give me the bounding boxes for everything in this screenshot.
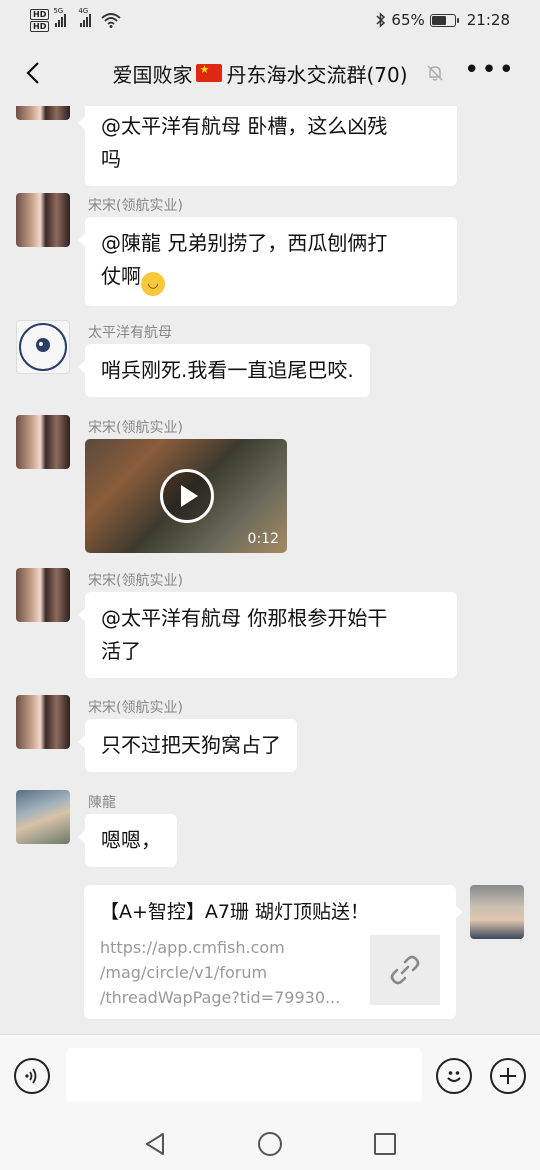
store-logo-icon [19, 323, 67, 371]
avatar[interactable] [16, 415, 70, 469]
triangle-back-icon [146, 1133, 164, 1155]
battery-percent: 65% [391, 11, 425, 29]
avatar[interactable] [16, 106, 70, 120]
emoji-icon [447, 1071, 461, 1082]
link-url-line: /mag/circle/v1/forum [100, 963, 268, 982]
sender-name: 宋宋(领航实业) [88, 700, 183, 716]
my-avatar[interactable] [470, 885, 524, 939]
link-thumbnail [370, 935, 440, 1005]
clock: 21:28 [466, 11, 510, 29]
message-bubble[interactable]: 哨兵刚死.我看一直追尾巴咬. [78, 344, 370, 397]
plus-button[interactable] [490, 1058, 526, 1094]
status-right: 65% 21:28 [376, 11, 510, 29]
title-part-1: 爱国败家 [112, 62, 193, 87]
square-recents-icon [374, 1133, 396, 1155]
china-flag-icon [196, 63, 223, 82]
battery-level [431, 15, 447, 25]
nav-home-button[interactable] [255, 1129, 285, 1159]
chat-title: 爱国败家 丹东海水交流群(70) [112, 59, 407, 88]
hd-badge-2: HD [30, 20, 50, 32]
circle-home-icon [258, 1132, 282, 1156]
sender-name: 宋宋(领航实业) [88, 573, 183, 589]
message-bubble[interactable]: 嗯嗯， [78, 814, 177, 867]
back-button[interactable] [18, 56, 48, 90]
sender-name: 宋宋(领航实业) [88, 198, 183, 214]
hd-badge-1: HD [30, 8, 50, 20]
chevron-left-icon [26, 62, 39, 84]
hd-indicators: HD HD [30, 8, 50, 32]
input-bar [0, 1034, 540, 1118]
message-list[interactable]: @太平洋有航母 卧槽，这么凶残 吗 宋宋(领航实业) @陳龍 兄弟别捞了，西瓜刨… [0, 106, 540, 1034]
chat-header: 爱国败家 丹东海水交流群(70) ••• [0, 40, 540, 106]
message-text-line: @太平洋有航母 你那根参开始干 [101, 606, 388, 630]
wifi-icon [101, 13, 121, 28]
battery-icon [429, 13, 459, 27]
message-text: 只不过把天狗窝占了 [101, 733, 281, 757]
plus-icon [500, 1068, 516, 1084]
more-button[interactable]: ••• [464, 57, 516, 83]
nav-back-button[interactable] [140, 1129, 170, 1159]
link-url-line: https://app.cmfish.com [100, 938, 285, 957]
message-bubble[interactable]: @太平洋有航母 你那根参开始干 活了 [78, 592, 457, 678]
title-part-2: 丹东海水交流群(70) [226, 62, 408, 87]
voice-button[interactable] [14, 1058, 50, 1094]
video-message[interactable]: 0:12 [85, 439, 287, 553]
avatar[interactable] [16, 695, 70, 749]
message-bubble[interactable]: 只不过把天狗窝占了 [78, 719, 297, 772]
message-text-line: 活了 [101, 639, 141, 663]
voice-icon [25, 1068, 37, 1084]
message-bubble[interactable]: @陳龍 兄弟别捞了，西瓜刨俩打 仗啊 ◡ [78, 217, 457, 306]
sender-name: 宋宋(领航实业) [88, 420, 183, 436]
link-title: 【A+智控】A7珊 瑚灯顶贴送！ [100, 901, 370, 923]
emoji-button[interactable] [436, 1058, 472, 1094]
message-input[interactable] [66, 1048, 422, 1102]
message-text-line: 吗 [101, 147, 121, 171]
avatar[interactable] [16, 568, 70, 622]
sender-name: 陳龍 [88, 795, 116, 811]
signal-icon-5g: 5G [53, 7, 67, 27]
message-bubble[interactable]: @太平洋有航母 卧槽，这么凶残 吗 [78, 106, 457, 186]
status-bar: HD HD 5G 4G 65% 21:28 [0, 0, 540, 40]
message-text-line: @太平洋有航母 卧槽，这么凶残 [101, 114, 388, 138]
laughing-emoji-icon: ◡ [141, 272, 165, 296]
sender-name: 太平洋有航母 [88, 325, 172, 341]
link-icon [390, 955, 420, 985]
message-text-line: @陳龍 兄弟别捞了，西瓜刨俩打 [101, 231, 388, 255]
link-url: https://app.cmfish.com /mag/circle/v1/fo… [100, 935, 352, 1010]
avatar[interactable] [16, 193, 70, 247]
signal-icon-4g: 4G [78, 7, 92, 27]
avatar[interactable] [16, 790, 70, 844]
bell-off-icon [427, 65, 443, 81]
play-icon[interactable] [160, 469, 214, 523]
video-duration: 0:12 [247, 531, 279, 547]
message-text: 哨兵刚死.我看一直追尾巴咬. [101, 358, 354, 382]
link-card[interactable]: 【A+智控】A7珊 瑚灯顶贴送！ https://app.cmfish.com … [84, 885, 463, 1019]
avatar[interactable] [16, 320, 70, 374]
link-url-line: /threadWapPage?tid=79930... [100, 988, 341, 1007]
nav-recents-button[interactable] [370, 1129, 400, 1159]
bluetooth-icon [376, 12, 386, 28]
message-text-line: 仗啊 [101, 264, 141, 288]
system-nav-bar [0, 1118, 540, 1170]
message-text: 嗯嗯， [101, 828, 161, 852]
status-left: HD HD 5G 4G [30, 7, 121, 32]
